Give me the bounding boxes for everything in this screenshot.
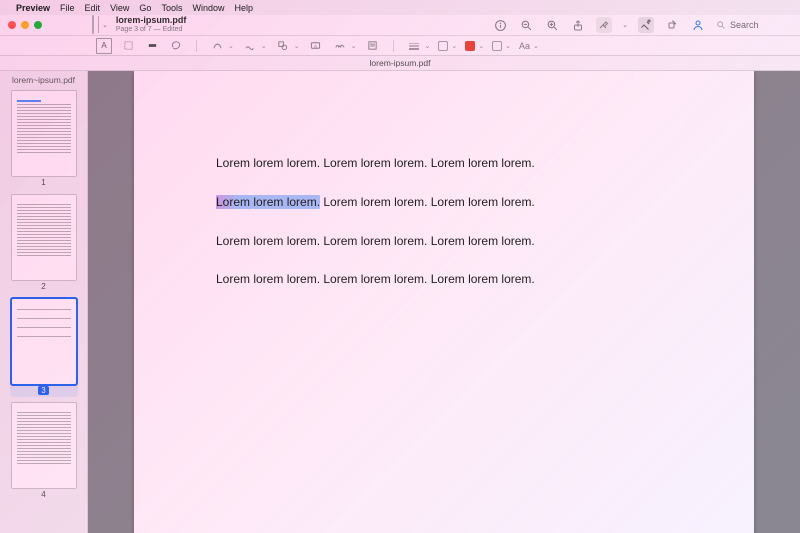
svg-text:A: A <box>314 43 318 48</box>
fill-color-swatch[interactable] <box>465 41 475 51</box>
sidebar-dropdown-icon[interactable]: ⌄ <box>102 21 108 29</box>
lasso-tool-icon[interactable] <box>168 38 184 54</box>
menu-view[interactable]: View <box>110 3 129 13</box>
search-input[interactable] <box>730 20 790 30</box>
tab-bar: lorem-ipsum.pdf <box>0 56 800 71</box>
thumbnail-page-4[interactable]: 4 <box>10 401 78 501</box>
rect-selection-tool-icon[interactable] <box>120 38 136 54</box>
menu-file[interactable]: File <box>60 3 75 13</box>
sidebar-title: lorem~ipsum.pdf <box>12 71 75 89</box>
draw-dropdown-icon[interactable]: ⌄ <box>261 42 267 50</box>
form-icon[interactable] <box>690 17 706 33</box>
close-window-button[interactable] <box>8 21 16 29</box>
document-title: lorem-ipsum.pdf <box>116 15 187 25</box>
thumbnail-page-1[interactable]: 1 <box>10 89 78 189</box>
paragraph: Lorem lorem lorem. Lorem lorem lorem. Lo… <box>216 194 674 211</box>
menu-help[interactable]: Help <box>234 3 253 13</box>
fill-dropdown-icon[interactable]: ⌄ <box>478 42 484 50</box>
border-dropdown-icon[interactable]: ⌄ <box>425 42 431 50</box>
search-field[interactable] <box>716 20 790 30</box>
info-icon[interactable] <box>492 17 508 33</box>
highlight-dropdown-icon[interactable]: ⌄ <box>622 21 628 29</box>
menu-go[interactable]: Go <box>139 3 151 13</box>
title-stack: lorem-ipsum.pdf Page 3 of 7 — Edited <box>116 15 187 35</box>
textcolor-dropdown-icon[interactable]: ⌄ <box>505 42 511 50</box>
text-selection[interactable]: Lorem <box>216 195 253 209</box>
stroke-color-swatch[interactable] <box>438 41 448 51</box>
page-canvas: Lorem lorem lorem. Lorem lorem lorem. Lo… <box>134 71 754 533</box>
redact-tool-icon[interactable] <box>144 38 160 54</box>
font-style-button[interactable]: Aa <box>519 41 530 51</box>
text-selection[interactable]: lorem lorem. <box>253 195 320 209</box>
menu-bar: Preview File Edit View Go Tools Window H… <box>0 0 800 15</box>
text-selection-tool-icon[interactable]: A <box>96 38 112 54</box>
shapes-dropdown-icon[interactable]: ⌄ <box>294 42 300 50</box>
thumbnail-label: 3 <box>38 386 48 395</box>
font-dropdown-icon[interactable]: ⌄ <box>533 42 539 50</box>
thumbnail-label: 4 <box>41 490 45 499</box>
sidebar-toggle-button[interactable] <box>92 16 94 34</box>
sketch-tool-icon[interactable] <box>209 38 225 54</box>
paragraph: Lorem lorem lorem. Lorem lorem lorem. Lo… <box>216 271 674 288</box>
minimize-window-button[interactable] <box>21 21 29 29</box>
menu-preview[interactable]: Preview <box>16 3 50 13</box>
thumbnail-page-2[interactable]: 2 <box>10 193 78 293</box>
thumbnail-page-3[interactable]: 3 <box>10 297 78 397</box>
text-color-swatch[interactable] <box>492 41 502 51</box>
zoom-out-icon[interactable] <box>518 17 534 33</box>
thumbnail-label: 2 <box>41 282 45 291</box>
shapes-tool-icon[interactable] <box>275 38 291 54</box>
paragraph-text: Lorem lorem lorem. Lorem lorem lorem. <box>320 195 535 209</box>
highlight-icon[interactable] <box>596 17 612 33</box>
markup-toolbar: A ⌄ ⌄ ⌄ A ⌄ ⌄ ⌄ ⌄ ⌄ Aa ⌄ <box>0 36 800 56</box>
menu-tools[interactable]: Tools <box>161 3 182 13</box>
rotate-icon[interactable] <box>664 17 680 33</box>
markup-toggle-icon[interactable] <box>638 17 654 33</box>
text-tool-icon[interactable]: A <box>308 38 324 54</box>
paragraph: Lorem lorem lorem. Lorem lorem lorem. Lo… <box>216 233 674 250</box>
menu-window[interactable]: Window <box>192 3 224 13</box>
draw-tool-icon[interactable] <box>242 38 258 54</box>
note-tool-icon[interactable] <box>365 38 381 54</box>
document-viewer[interactable]: Lorem lorem lorem. Lorem lorem lorem. Lo… <box>88 71 800 533</box>
traffic-lights <box>0 21 42 29</box>
paragraph: Lorem lorem lorem. Lorem lorem lorem. Lo… <box>216 155 674 172</box>
sign-dropdown-icon[interactable]: ⌄ <box>351 42 357 50</box>
tab-document[interactable]: lorem-ipsum.pdf <box>370 58 431 68</box>
window-titlebar: ⌄ lorem-ipsum.pdf Page 3 of 7 — Edited ⌄ <box>0 15 800 36</box>
menu-edit[interactable]: Edit <box>85 3 101 13</box>
sketch-dropdown-icon[interactable]: ⌄ <box>228 42 234 50</box>
search-icon <box>716 20 726 30</box>
zoom-in-icon[interactable] <box>544 17 560 33</box>
thumbnail-sidebar: lorem~ipsum.pdf 1 2 3 4 <box>0 71 88 533</box>
border-weight-icon[interactable] <box>406 38 422 54</box>
thumbnail-list: 1 2 3 4 <box>10 89 78 533</box>
share-icon[interactable] <box>570 17 586 33</box>
document-subtitle: Page 3 of 7 — Edited <box>116 25 187 35</box>
sign-tool-icon[interactable] <box>332 38 348 54</box>
stroke-dropdown-icon[interactable]: ⌄ <box>451 42 457 50</box>
fullscreen-window-button[interactable] <box>34 21 42 29</box>
thumbnail-label: 1 <box>41 178 45 187</box>
work-area: lorem~ipsum.pdf 1 2 3 4 <box>0 71 800 533</box>
